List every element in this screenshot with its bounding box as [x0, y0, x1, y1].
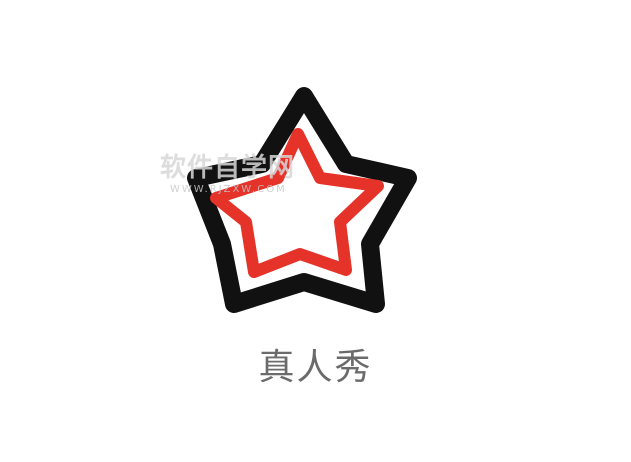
logo-caption: 真人秀 — [258, 347, 373, 388]
inner-star-outline-icon — [210, 128, 384, 278]
logo-canvas: 软件自学网 WWW.RJZXW.COM 真人秀 — [0, 0, 631, 462]
